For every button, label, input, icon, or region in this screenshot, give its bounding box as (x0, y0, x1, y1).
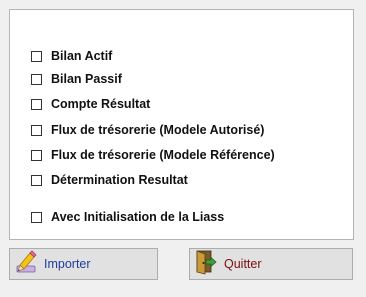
checkbox-box[interactable] (31, 174, 42, 186)
exit-door-icon (192, 249, 218, 280)
import-button[interactable]: Importer (9, 248, 158, 280)
checkbox-box[interactable] (31, 124, 42, 136)
quit-button[interactable]: Quitter (189, 248, 353, 280)
checkbox-label: Flux de trésorerie (Modele Autorisé) (51, 123, 265, 137)
checkbox-compte-resultat[interactable]: Compte Résultat (31, 96, 150, 112)
checkbox-flux-reference[interactable]: Flux de trésorerie (Modele Référence) (31, 147, 275, 163)
checkbox-box[interactable] (31, 211, 42, 223)
quit-button-label: Quitter (224, 257, 262, 271)
checkbox-box[interactable] (31, 50, 42, 62)
checkbox-label: Bilan Actif (51, 49, 113, 63)
options-panel: Bilan Actif Bilan Passif Compte Résultat… (9, 9, 354, 240)
checkbox-determination-resultat[interactable]: Détermination Resultat (31, 172, 188, 188)
checkbox-label: Compte Résultat (51, 97, 151, 111)
checkbox-box[interactable] (31, 73, 42, 85)
checkbox-bilan-actif[interactable]: Bilan Actif (31, 48, 112, 64)
checkbox-box[interactable] (31, 98, 42, 110)
checkbox-label: Avec Initialisation de la Liass (51, 210, 225, 224)
checkbox-bilan-passif[interactable]: Bilan Passif (31, 71, 122, 87)
checkbox-label: Détermination Resultat (51, 173, 188, 187)
checkbox-box[interactable] (31, 149, 42, 161)
checkbox-initialisation-liasse[interactable]: Avec Initialisation de la Liass (31, 209, 237, 225)
checkbox-flux-autorise[interactable]: Flux de trésorerie (Modele Autorisé) (31, 122, 264, 138)
checkbox-label: Bilan Passif (51, 72, 122, 86)
checkbox-label: Flux de trésorerie (Modele Référence) (51, 148, 275, 162)
import-button-label: Importer (44, 257, 91, 271)
pencil-icon (14, 249, 38, 279)
